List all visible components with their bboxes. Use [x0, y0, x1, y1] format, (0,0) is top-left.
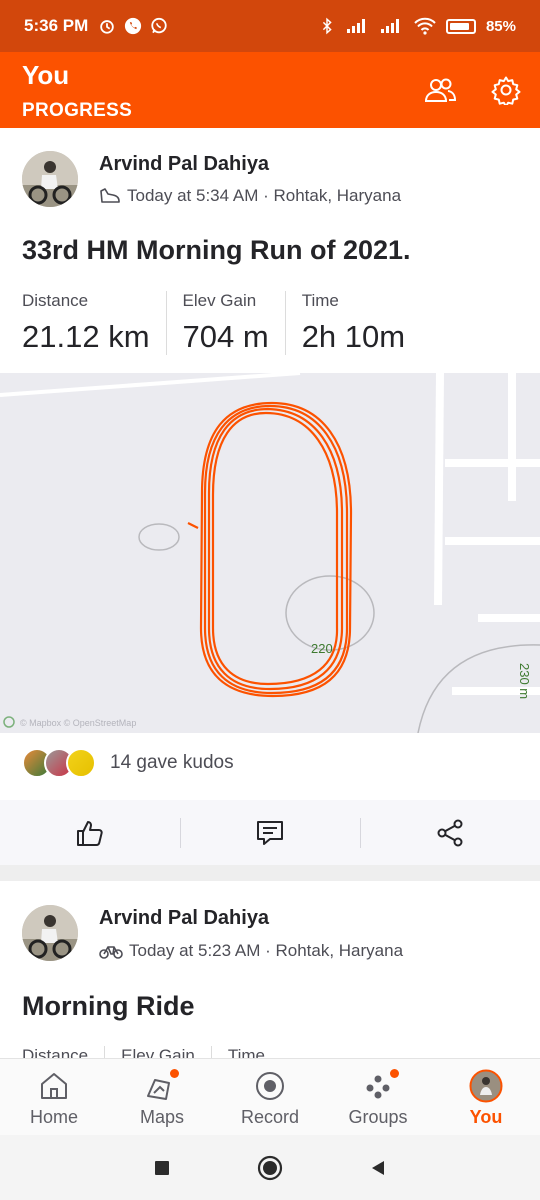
record-icon — [256, 1072, 284, 1100]
tab-label: Groups — [348, 1107, 408, 1127]
home-nav-button[interactable] — [256, 1154, 284, 1182]
people-icon — [424, 78, 456, 102]
wifi-icon — [414, 17, 436, 35]
home-icon — [41, 1073, 67, 1099]
mapbox-logo-icon — [3, 716, 15, 728]
comment-button[interactable] — [180, 800, 360, 865]
thumbs-up-icon — [77, 820, 103, 846]
groups-icon — [366, 1075, 390, 1099]
activity-actions — [0, 800, 540, 865]
notification-dot — [390, 1069, 399, 1078]
status-bar: 5:36 PM 85% — [0, 0, 540, 52]
stat-label: Distance — [22, 1046, 89, 1058]
bike-icon — [99, 946, 123, 959]
activity-card[interactable]: Arvind Pal Dahiya Today at 5:34 AM · Roh… — [0, 128, 540, 865]
activity-meta: Today at 5:23 AM · Rohtak, Haryana — [99, 941, 403, 961]
contour-label: 220 — [311, 641, 333, 656]
stat-label: Elev Gain — [182, 291, 257, 310]
kudos-avatar — [66, 748, 96, 778]
stat-distance: Distance 21.12 km — [22, 291, 167, 355]
status-time: 5:36 PM — [24, 16, 89, 35]
activity-meta: Today at 5:34 AM · Rohtak, Haryana — [99, 186, 401, 206]
tab-label: Home — [29, 1107, 78, 1127]
athlete-avatar[interactable] — [22, 905, 78, 961]
system-nav-bar — [0, 1135, 540, 1200]
kudos-count[interactable]: 14 gave kudos — [110, 752, 234, 774]
whatsapp-icon — [151, 17, 167, 34]
app-bar: You PROGRESS — [0, 52, 540, 128]
athlete-name[interactable]: Arvind Pal Dahiya — [99, 907, 269, 930]
back-button[interactable] — [368, 1158, 388, 1178]
tab-label: Maps — [139, 1107, 184, 1127]
stat-elev-gain: Elev Gain 704 m — [183, 291, 286, 355]
route-map[interactable]: 220 230 m © Mapbox © OpenStreetMap — [0, 373, 540, 733]
comment-icon — [257, 820, 283, 845]
activity-stats: Distance 21.12 km Elev Gain 704 m Time 2… — [22, 291, 437, 355]
stat-time: Time — [228, 1046, 281, 1058]
activity-feed[interactable]: Arvind Pal Dahiya Today at 5:34 AM · Roh… — [0, 128, 540, 1058]
notification-dot — [170, 1069, 179, 1078]
stat-label: Time — [227, 1046, 265, 1058]
avatar — [469, 1069, 503, 1103]
kudos-button[interactable] — [0, 800, 180, 865]
gear-icon — [491, 76, 521, 105]
tab-record[interactable]: Record — [216, 1059, 324, 1135]
stat-value: 704 m — [182, 319, 269, 354]
tab-label: You — [469, 1107, 503, 1127]
recents-button[interactable] — [152, 1158, 172, 1178]
contour-label: 230 m — [517, 663, 532, 699]
stat-value: 21.12 km — [22, 319, 150, 354]
bottom-tab-bar: Home Maps Record Groups You — [0, 1058, 540, 1135]
battery-icon — [445, 18, 476, 34]
stat-time: Time 2h 10m — [302, 291, 421, 355]
stat-label: Distance — [22, 291, 89, 310]
alarm-icon — [100, 20, 114, 34]
tab-maps[interactable]: Maps — [108, 1059, 216, 1135]
stat-label: Elev Gain — [121, 1046, 195, 1058]
share-button[interactable] — [360, 800, 540, 865]
athlete-avatar[interactable] — [22, 151, 78, 207]
page-title: You — [22, 60, 70, 90]
stat-distance: Distance — [22, 1046, 106, 1058]
stat-elev-gain: Elev Gain — [121, 1046, 212, 1058]
stat-label: Time — [301, 291, 339, 310]
signal-icon — [346, 19, 365, 33]
tab-groups[interactable]: Groups — [324, 1059, 432, 1135]
find-friends-button[interactable] — [422, 72, 458, 108]
kudos-row[interactable]: 14 gave kudos — [22, 748, 234, 778]
activity-card[interactable]: Arvind Pal Dahiya Today at 5:23 AM · Roh… — [0, 881, 540, 1058]
bluetooth-icon — [322, 17, 332, 35]
activity-date-location: Today at 5:34 AM · Rohtak, Haryana — [127, 186, 402, 205]
tab-label: Record — [240, 1107, 300, 1127]
activity-title[interactable]: Morning Ride — [22, 991, 194, 1022]
phone-call-icon — [125, 17, 142, 35]
activity-stats: Distance Elev Gain Time — [22, 1046, 297, 1058]
activity-date-location: Today at 5:23 AM · Rohtak, Haryana — [129, 941, 404, 960]
stat-value: 2h 10m — [301, 319, 406, 354]
settings-button[interactable] — [488, 72, 524, 108]
battery-percent: 85% — [485, 17, 516, 35]
athlete-name[interactable]: Arvind Pal Dahiya — [99, 153, 269, 176]
tab-home[interactable]: Home — [0, 1059, 108, 1135]
run-shoe-icon — [100, 188, 120, 203]
map-attribution[interactable]: © Mapbox © OpenStreetMap — [20, 718, 136, 728]
activity-title[interactable]: 33rd HM Morning Run of 2021. — [22, 235, 411, 266]
signal-icon-2 — [380, 19, 399, 33]
tab-you[interactable]: You — [432, 1059, 540, 1135]
share-icon — [437, 819, 463, 846]
progress-link[interactable]: PROGRESS — [22, 100, 132, 122]
